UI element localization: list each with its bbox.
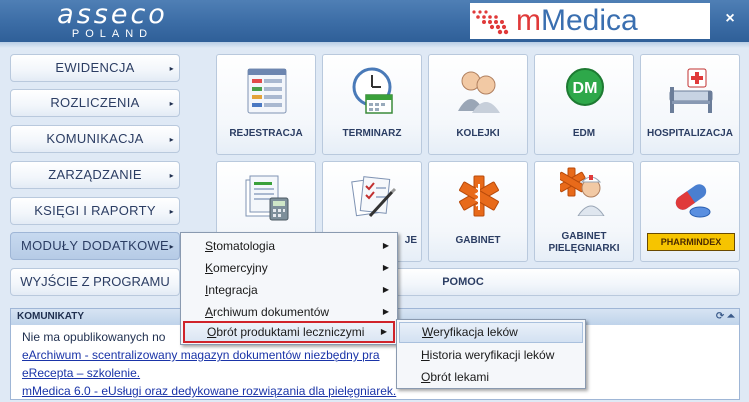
submenu-item-stomatologia[interactable]: Stomatologia ▶ — [183, 235, 395, 257]
menu-zarzadzanie-label: ZARZĄDZANIE — [48, 167, 142, 182]
calendar-clock-icon — [352, 67, 393, 114]
menu-komunikacja[interactable]: KOMUNIKACJA ▸ — [10, 125, 180, 153]
submenu-item-accel: S — [205, 239, 214, 253]
message-link[interactable]: eArchiwum - scentralizowany magazyn doku… — [22, 348, 380, 363]
tile-hospitalizacja-label: HOSPITALIZACJA — [647, 128, 733, 139]
header-shadow — [0, 42, 749, 48]
menu-ewidencja-label: EWIDENCJA — [55, 60, 135, 75]
tile-edm[interactable]: DM EDM — [534, 54, 634, 155]
submenu-item-integracja[interactable]: Integracja ▶ — [183, 279, 395, 301]
svg-text:DM: DM — [573, 80, 598, 97]
submenu-item-label: brót produktami leczniczymi — [216, 325, 365, 339]
documents-calculator-icon — [245, 175, 289, 221]
tile-gabinet-pielegniarki-line1: GABINET — [561, 231, 607, 242]
chevron-right-icon: ▶ — [382, 285, 389, 294]
tile-hospitalizacja[interactable]: HOSPITALIZACJA — [640, 54, 740, 155]
submenu-item-historia[interactable]: Historia weryfikacji leków — [399, 344, 583, 366]
asseco-logo-sub: POLAND — [71, 28, 154, 40]
tile-gabinet-label: GABINET — [455, 235, 501, 246]
submenu-item-accel: W — [422, 325, 434, 339]
chevron-right-icon: ▸ — [169, 207, 174, 216]
star-of-life-icon — [459, 175, 499, 217]
chevron-right-icon: ▸ — [169, 135, 174, 144]
medicines-submenu: Weryfikacja leków Historia weryfikacji l… — [396, 319, 586, 389]
tile-terminarz-label: TERMINARZ — [342, 128, 402, 139]
submenu-item-accel: A — [205, 305, 214, 319]
nurse-icon — [560, 167, 605, 216]
menu-rozliczenia[interactable]: ROZLICZENIA ▸ — [10, 89, 180, 117]
message-link[interactable]: eRecepta – szkolenie. — [22, 366, 140, 381]
submenu-item-accel: O — [421, 370, 431, 384]
submenu-item-obrot-lekami[interactable]: Obrót lekami — [399, 366, 583, 388]
chevron-right-icon: ▸ — [169, 64, 174, 73]
menu-ksiegi-raporty-label: KSIĘGI I RAPORTY — [34, 203, 156, 218]
tile-edm-label: EDM — [572, 128, 596, 139]
chevron-right-icon: ▶ — [382, 263, 389, 272]
submenu-item-label: eryfikacja leków — [433, 325, 518, 339]
asseco-logo-word: asseco — [57, 0, 168, 30]
submenu-item-label: rchiwum dokumentów — [213, 305, 330, 319]
chevron-right-icon: ▶ — [380, 327, 387, 336]
chevron-right-icon: ▶ — [382, 241, 389, 250]
collapse-icon[interactable]: ⏶ — [727, 311, 735, 322]
chevron-right-icon: ▸ — [169, 242, 174, 251]
hospital-bed-icon — [669, 68, 713, 113]
queue-people-icon — [458, 71, 500, 113]
modules-submenu: Stomatologia ▶ Komercyjny ▶ Integracja ▶… — [180, 232, 398, 345]
tile-terminarz[interactable]: TERMINARZ — [322, 54, 422, 155]
pills-icon — [675, 184, 711, 218]
submenu-item-label: omercyjny — [213, 261, 268, 275]
chevron-right-icon: ▸ — [169, 99, 174, 108]
checklist-pen-icon — [351, 176, 397, 218]
submenu-item-komercyjny[interactable]: Komercyjny ▶ — [183, 257, 395, 279]
chevron-right-icon: ▶ — [382, 307, 389, 316]
edm-icon: DM — [566, 68, 604, 106]
mmedica-dots-icon — [472, 10, 509, 35]
tile-gabinet-pielegniarki-line2: PIELĘGNIARKI — [548, 243, 620, 254]
messages-title: KOMUNIKATY — [17, 311, 85, 322]
submenu-item-obrot-produktami[interactable]: Obrót produktami leczniczymi ▶ — [183, 321, 395, 343]
mmedica-logo-text: mMedica — [516, 4, 638, 38]
mmedica-logo-m: m — [516, 4, 541, 37]
tile-gabinet[interactable]: GABINET — [428, 161, 528, 262]
message-link[interactable]: mMedica 6.0 - eUsługi oraz dedykowane ro… — [22, 384, 396, 399]
messages-controls: ⟳ ⏶ — [716, 310, 735, 324]
menu-rozliczenia-label: ROZLICZENIA — [50, 95, 140, 110]
submenu-item-accel: O — [207, 325, 217, 339]
mmedica-logo-word: Medica — [541, 4, 638, 37]
mmedica-logo: mMedica — [470, 3, 710, 39]
submenu-item-label: ntegracja — [208, 283, 258, 297]
submenu-item-accel: H — [421, 348, 430, 362]
pharmindex-badge: PHARMINDEX — [647, 233, 735, 251]
tile-rejestracja[interactable]: REJESTRACJA — [216, 54, 316, 155]
menu-ksiegi-raporty[interactable]: KSIĘGI I RAPORTY ▸ — [10, 197, 180, 225]
submenu-item-label: istoria weryfikacji leków — [429, 348, 555, 362]
submenu-item-label: tomatologia — [213, 239, 276, 253]
registration-icon — [247, 68, 287, 114]
tile-gabinet-pielegniarki[interactable]: GABINET PIELĘGNIARKI — [534, 161, 634, 262]
tile-kolejki-label: KOLEJKI — [456, 128, 500, 139]
submenu-item-archiwum[interactable]: Archiwum dokumentów ▶ — [183, 301, 395, 323]
asseco-logo: asseco POLAND — [25, 0, 200, 40]
chevron-right-icon: ▸ — [169, 171, 174, 180]
menu-komunikacja-label: KOMUNIKACJA — [46, 131, 144, 146]
tile-pharmindex[interactable]: PHARMINDEX — [640, 161, 740, 262]
app-header: asseco POLAND mMedica × — [0, 0, 749, 42]
close-icon[interactable]: × — [722, 11, 738, 27]
tile-gabinet-pielegniarki-label: GABINET PIELĘGNIARKI — [535, 231, 633, 255]
submenu-item-weryfikacja[interactable]: Weryfikacja leków — [399, 322, 583, 343]
tile-rejestracja-label: REJESTRACJA — [229, 128, 303, 139]
menu-moduly-dodatkowe-label: MODUŁY DODATKOWE — [20, 238, 170, 253]
message-item: Nie ma opublikowanych no — [22, 330, 166, 344]
menu-zarzadzanie[interactable]: ZARZĄDZANIE ▸ — [10, 161, 180, 189]
exit-button[interactable]: WYJŚCIE Z PROGRAMU — [10, 268, 180, 296]
submenu-item-accel: K — [205, 261, 214, 275]
menu-ewidencja[interactable]: EWIDENCJA ▸ — [10, 54, 180, 82]
tile-kolejki[interactable]: KOLEJKI — [428, 54, 528, 155]
refresh-icon[interactable]: ⟳ — [716, 311, 724, 322]
submenu-item-label: brót lekami — [430, 370, 490, 384]
menu-moduly-dodatkowe[interactable]: MODUŁY DODATKOWE ▸ — [10, 232, 180, 260]
